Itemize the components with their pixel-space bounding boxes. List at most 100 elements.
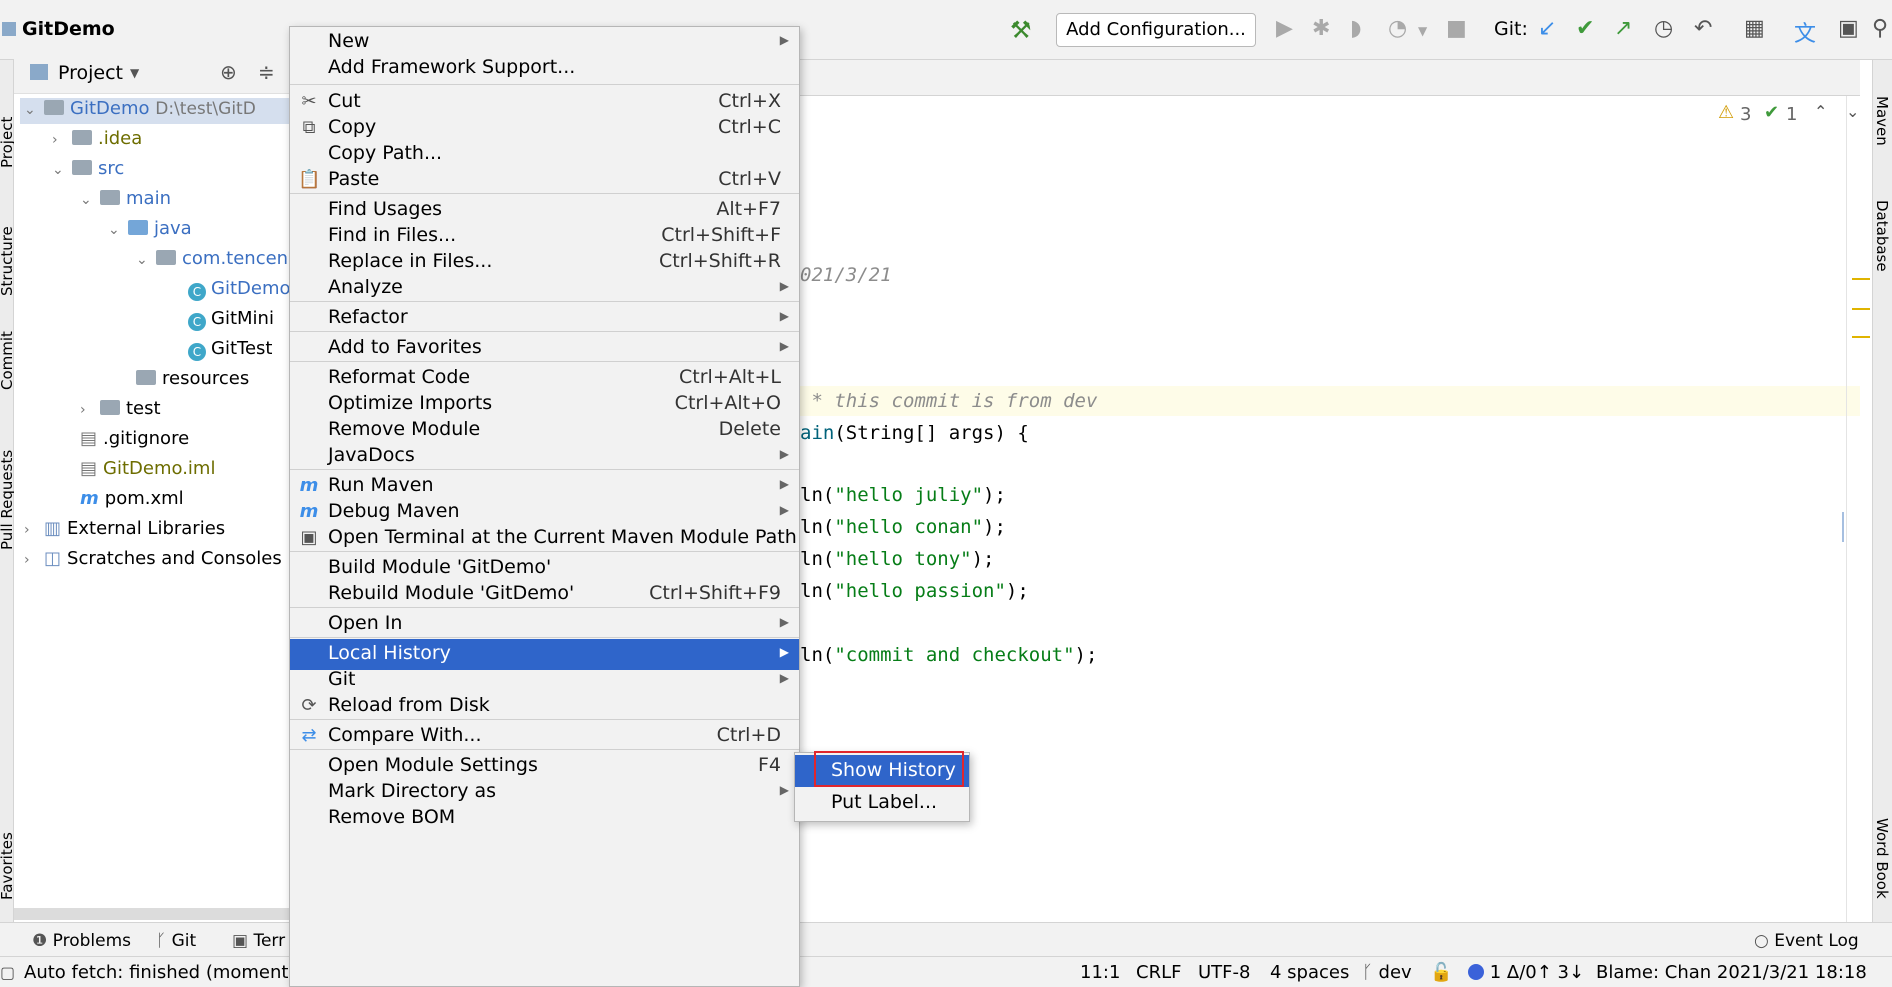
tree-item-resources[interactable]: resources [136, 368, 249, 389]
file-encoding[interactable]: UTF-8 [1198, 962, 1250, 983]
git-label: Git: [1494, 18, 1528, 40]
warning-icon[interactable]: ⚠ [1718, 102, 1734, 123]
menu-item-paste[interactable]: 📋 Paste Ctrl+V [290, 165, 799, 196]
event-log-icon: ○ [1754, 931, 1769, 951]
terminal-tab[interactable]: ▣ Terr [232, 931, 285, 951]
tree-item-src[interactable]: ⌄ src [52, 158, 124, 179]
error-stripe-mark[interactable] [1852, 278, 1870, 280]
editor-scrollbar-thumb[interactable] [1842, 512, 1844, 542]
menu-item-add-framework-support[interactable]: Add Framework Support... [290, 53, 799, 84]
git-tab[interactable]: ᚴ Git [156, 931, 196, 951]
presentation-icon[interactable]: ▣ [1838, 16, 1859, 41]
previous-highlight-icon[interactable]: ⌃ [1814, 102, 1827, 121]
database-tool-tab[interactable]: Database [1873, 200, 1891, 272]
git-rollback-icon[interactable]: ↶ [1694, 16, 1712, 41]
stop-icon[interactable]: ■ [1446, 16, 1467, 41]
line-separator[interactable]: CRLF [1136, 962, 1181, 983]
coverage-icon[interactable]: ◗ [1350, 16, 1362, 41]
translate-icon[interactable]: 文 [1794, 16, 1816, 48]
project-title[interactable]: GitDemo [22, 18, 115, 40]
tree-item-test[interactable]: › test [80, 398, 161, 419]
debug-icon[interactable]: ✱ [1312, 16, 1330, 41]
menu-item-remove-bom[interactable]: Remove BOM [290, 803, 799, 834]
submenu-item-put-label[interactable]: Put Label... [795, 787, 969, 819]
git-branch-widget[interactable]: ᚴ dev [1362, 962, 1412, 983]
menu-item-compare-with[interactable]: ⇄ Compare With... Ctrl+D [290, 721, 799, 752]
error-stripe-mark[interactable] [1852, 336, 1870, 338]
indent-setting[interactable]: 4 spaces [1270, 962, 1349, 983]
event-log-tab[interactable]: ○ Event Log [1754, 931, 1859, 951]
check-icon[interactable]: ✔ [1764, 102, 1779, 123]
menu-item-analyze[interactable]: Analyze ▶ [290, 273, 799, 304]
error-stripe-mark[interactable] [1852, 308, 1870, 310]
git-changes-widget[interactable]: 1 Δ/0↑ 3↓ [1468, 962, 1584, 983]
problems-tab[interactable]: ❶ Problems [32, 931, 131, 951]
code-line: ln("hello conan"); [800, 516, 1006, 538]
class-icon: C [188, 283, 206, 301]
add-configuration-button[interactable]: Add Configuration... [1056, 13, 1256, 47]
menu-item-rebuild-module[interactable]: Rebuild Module 'GitDemo' Ctrl+Shift+F9 [290, 579, 799, 610]
tree-item-scratches[interactable]: › ◫ Scratches and Consoles [24, 548, 282, 569]
menu-separator [290, 607, 799, 608]
tree-item-package[interactable]: ⌄ com.tencen [136, 248, 288, 269]
build-hammer-icon[interactable]: ⚒ [1010, 16, 1032, 44]
locate-icon[interactable]: ⊕ [220, 60, 237, 84]
menu-item-reload-from-disk[interactable]: ⟳ Reload from Disk [290, 691, 799, 722]
git-push-icon[interactable]: ↗ [1614, 16, 1632, 41]
maven-tool-tab[interactable]: Maven [1873, 96, 1891, 146]
tree-item-pom[interactable]: m pom.xml [80, 488, 184, 509]
class-icon: C [188, 343, 206, 361]
menu-separator [290, 193, 799, 194]
bottom-tool-bar: ❶ Problems ᚴ Git ▣ Terr ○ Event Log [0, 922, 1892, 956]
maven-terminal-icon: ▣ [300, 527, 318, 548]
tree-item-class-gittest[interactable]: C GitTest [188, 338, 272, 361]
menu-item-refactor[interactable]: Refactor ▶ [290, 303, 799, 334]
submenu-arrow-icon: ▶ [779, 447, 789, 461]
tree-item-iml[interactable]: ▤ GitDemo.iml [80, 458, 215, 479]
blame-info[interactable]: Blame: Chan 2021/3/21 18:18 [1596, 962, 1866, 983]
tree-item-gitignore[interactable]: ▤ .gitignore [80, 428, 189, 449]
run-icon[interactable]: ▶ [1276, 16, 1293, 41]
tree-item-gitdemo[interactable]: ⌄ GitDemo D:\test\GitD [24, 98, 256, 119]
collapse-all-icon[interactable]: ≑ [258, 60, 275, 84]
menu-item-javadocs[interactable]: JavaDocs ▶ [290, 441, 799, 472]
menu-item-add-to-favorites[interactable]: Add to Favorites ▶ [290, 333, 799, 364]
tree-item-class-gitmini[interactable]: C GitMini [188, 308, 274, 331]
tree-item-external-libraries[interactable]: › ▥ External Libraries [24, 518, 225, 539]
project-view-selector[interactable]: Project [58, 62, 123, 84]
status-toggle-icon[interactable]: ▢ [0, 963, 15, 982]
menu-separator [290, 637, 799, 638]
profile-icon[interactable]: ◔ [1388, 16, 1407, 41]
menu-separator [290, 84, 799, 85]
lock-icon[interactable]: 🔓 [1430, 962, 1452, 983]
project-folder-icon [2, 22, 16, 36]
project-view-icon [30, 64, 48, 80]
tree-item-idea[interactable]: › .idea [52, 128, 142, 149]
highlight-annotation-box [814, 751, 964, 787]
tree-item-main[interactable]: ⌄ main [80, 188, 171, 209]
tree-item-java[interactable]: ⌄ java [108, 218, 192, 239]
submenu-arrow-icon: ▶ [779, 279, 789, 293]
git-history-icon[interactable]: ◷ [1654, 16, 1673, 41]
submenu-arrow-icon: ▶ [779, 309, 789, 323]
left-tool-strip: Project Structure Commit Pull Requests F… [0, 60, 16, 922]
menu-item-open-terminal-maven[interactable]: ▣ Open Terminal at the Current Maven Modu… [290, 523, 799, 554]
status-message[interactable]: Auto fetch: finished (moments [24, 962, 298, 983]
context-menu: New ▶ Add Framework Support... ✂ Cut Ctrl+X… [289, 26, 800, 987]
next-highlight-icon[interactable]: ⌄ [1846, 102, 1859, 121]
word-book-tool-tab[interactable]: Word Book [1873, 818, 1891, 899]
submenu-arrow-icon: ▶ [779, 33, 789, 47]
menu-item-open-in[interactable]: Open In ▶ [290, 609, 799, 640]
git-update-icon[interactable]: ↙ [1538, 16, 1556, 41]
git-status-icon [1468, 964, 1484, 980]
git-branch-icon: ᚴ [156, 931, 167, 951]
problems-icon: ❶ [32, 931, 48, 951]
search-everywhere-icon[interactable]: ⚲ [1872, 16, 1888, 41]
project-panel-scrollbar[interactable] [14, 908, 292, 920]
chevron-down-icon[interactable]: ▼ [130, 66, 139, 80]
tree-item-class-gitdemo[interactable]: C GitDemo [188, 278, 291, 301]
profile-dropdown-icon[interactable]: ▼ [1418, 24, 1427, 38]
caret-position[interactable]: 11:1 [1080, 962, 1120, 983]
project-structure-icon[interactable]: ▦ [1744, 16, 1765, 41]
git-commit-icon[interactable]: ✔ [1576, 16, 1594, 41]
